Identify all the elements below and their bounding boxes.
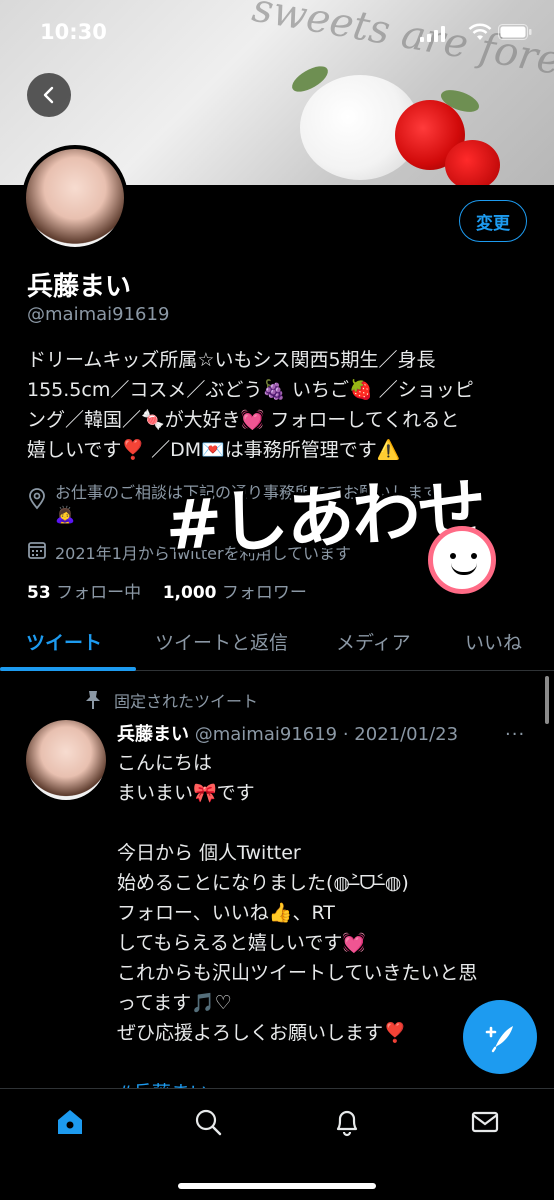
tweet-line: これからも沢山ツイートしていきたいと思 [117, 962, 478, 984]
location-emoji: 🙇‍♀️ [55, 505, 75, 524]
battery-icon [498, 24, 532, 40]
edit-profile-button[interactable]: 変更 [459, 200, 527, 242]
status-time: 10:30 [40, 20, 107, 44]
tweet-line [117, 808, 537, 838]
scrollbar[interactable] [545, 676, 549, 724]
tweet-line: まいまい🎀です [117, 782, 255, 804]
tweet-handle-date: @maimai91619 · 2021/01/23 [194, 724, 459, 745]
tweet-line: こんにちは [117, 752, 213, 774]
followers-count: 1,000 [162, 583, 217, 603]
tab-media[interactable]: メディア [336, 628, 411, 655]
tweet-line: してもらえると嬉しいです💓 [117, 932, 366, 954]
bio-line: 155.5cm／コスメ／ぶどう🍇 いちご🍓 ／ショッピ [27, 379, 474, 401]
pinned-label-text: 固定されたツイート [114, 692, 259, 711]
profile-bio: ドリームキッズ所属☆いもシス関西5期生／身長 155.5cm／コスメ／ぶどう🍇 … [27, 345, 527, 465]
follow-counts: 53 フォロー中 1,000 フォロワー [27, 578, 307, 603]
messages-icon[interactable] [470, 1107, 500, 1137]
profile-tabs: ツイート ツイートと返信 メディア いいね [0, 615, 554, 671]
following-count: 53 [27, 583, 51, 603]
calendar-icon [28, 542, 46, 559]
followers-link[interactable]: 1,000 フォロワー [163, 583, 307, 603]
search-icon[interactable] [193, 1107, 223, 1137]
pinned-tweet-label: 固定されたツイート [84, 688, 258, 712]
location-pin-icon [29, 488, 45, 510]
following-label: フォロー中 [56, 583, 142, 603]
compose-feather-icon [485, 1026, 513, 1053]
compose-tweet-button[interactable] [463, 1000, 537, 1074]
tweet-line: 始めることになりました(◍˃̶ᗜ˂̶◍) [117, 872, 409, 894]
wifi-icon [468, 23, 492, 40]
home-icon[interactable] [55, 1107, 85, 1137]
more-options-icon[interactable]: ··· [505, 724, 525, 745]
home-indicator[interactable] [178, 1183, 376, 1189]
tweet-header: 兵藤まい @maimai91619 · 2021/01/23 [117, 720, 458, 746]
chevron-left-icon [43, 86, 54, 104]
followers-label: フォロワー [221, 583, 307, 603]
profile-name: 兵藤まい [27, 272, 132, 302]
profile-avatar[interactable] [22, 145, 128, 251]
pin-icon [86, 691, 100, 709]
active-tab-indicator [0, 667, 136, 671]
cellular-signal-icon [420, 26, 445, 42]
smiley-sticker [428, 526, 496, 594]
bio-line: ドリームキッズ所属☆いもシス関西5期生／身長 [27, 349, 436, 371]
profile-handle: @maimai91619 [27, 304, 170, 325]
following-link[interactable]: 53 フォロー中 [27, 583, 141, 603]
bio-line: ング／韓国／🍬が大好き💓 フォローしてくれると [27, 409, 460, 431]
tweet-avatar[interactable] [26, 720, 106, 800]
tab-likes[interactable]: いいね [465, 628, 522, 655]
tab-tweets[interactable]: ツイート [26, 628, 102, 655]
tweet-line: 今日から 個人Twitter [117, 842, 301, 864]
red-rose [445, 140, 500, 185]
status-bar: 10:30 [0, 0, 554, 60]
back-button[interactable] [27, 73, 71, 117]
tweet-author[interactable]: 兵藤まい [117, 724, 189, 745]
tweet-line: フォロー、いいね👍、RT [117, 902, 335, 924]
notifications-icon[interactable] [332, 1107, 362, 1137]
tab-tweets-and-replies[interactable]: ツイートと返信 [155, 628, 288, 655]
